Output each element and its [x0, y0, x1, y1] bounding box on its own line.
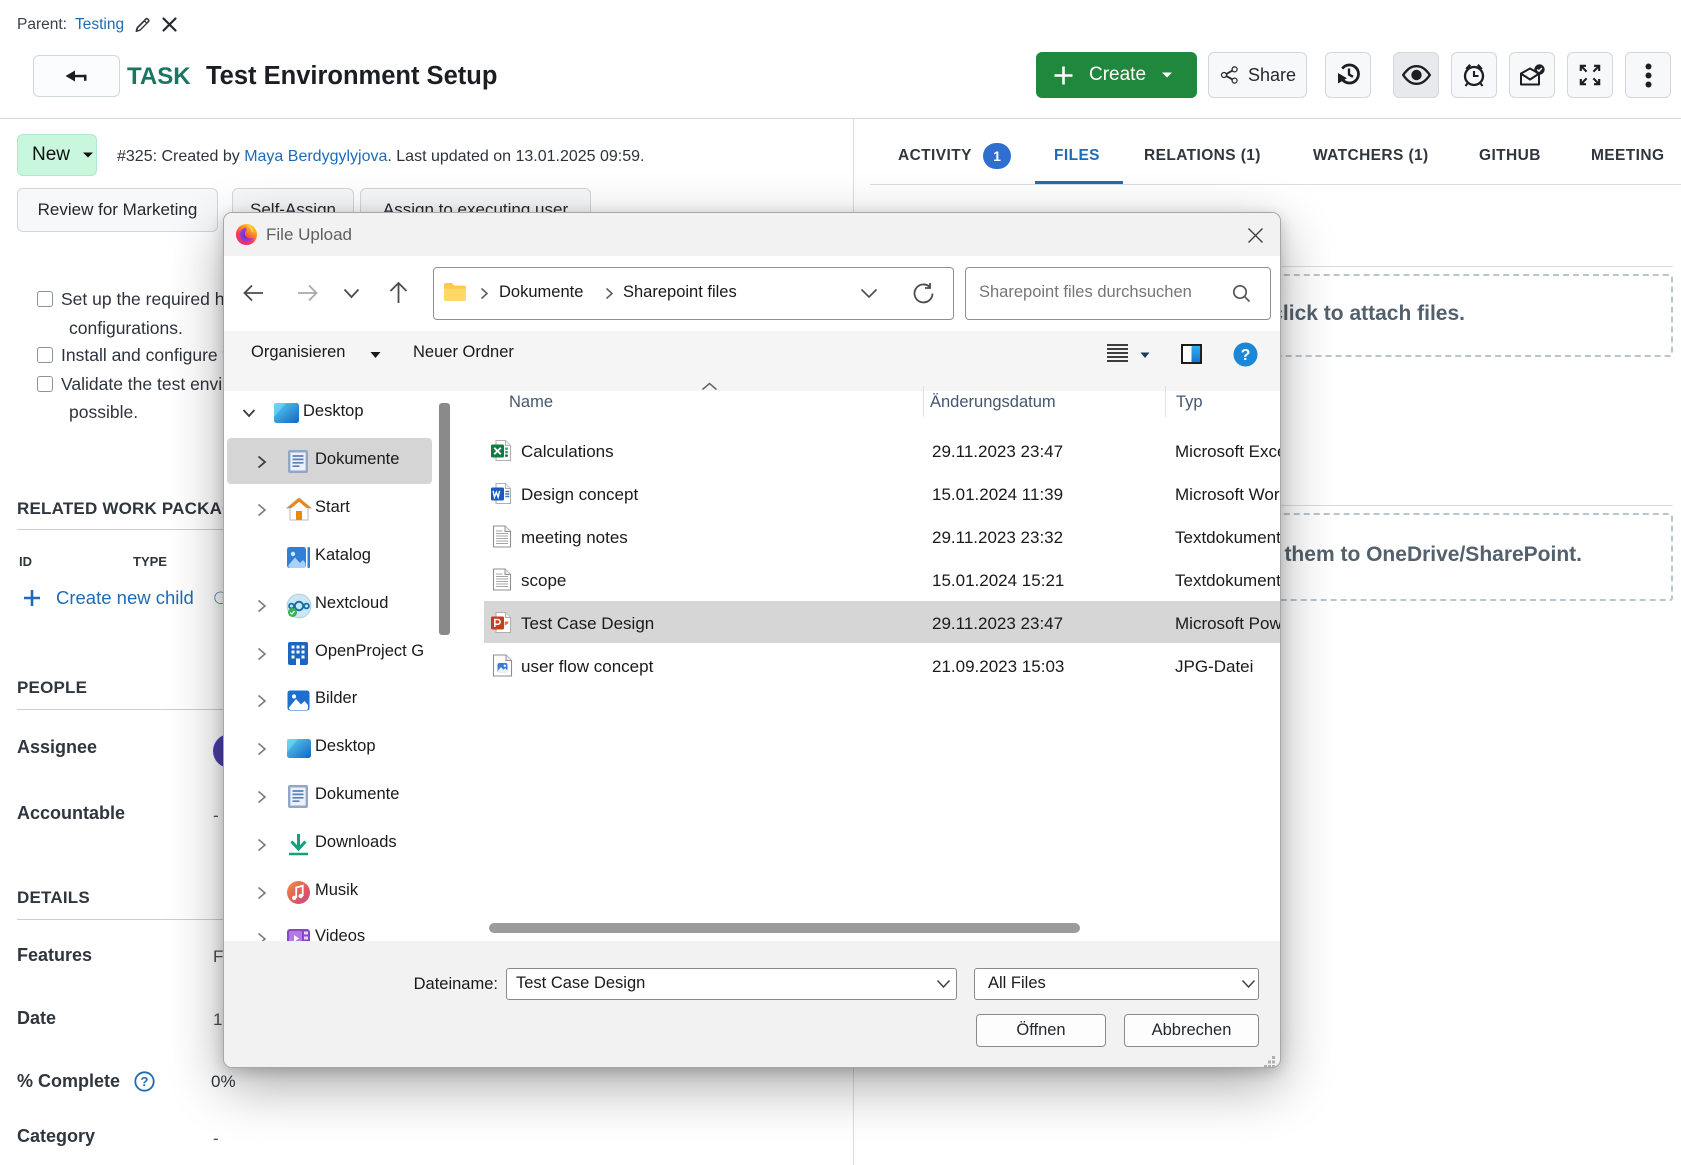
svg-text:?: ?: [1241, 347, 1251, 364]
svg-text:?: ?: [141, 1074, 149, 1089]
